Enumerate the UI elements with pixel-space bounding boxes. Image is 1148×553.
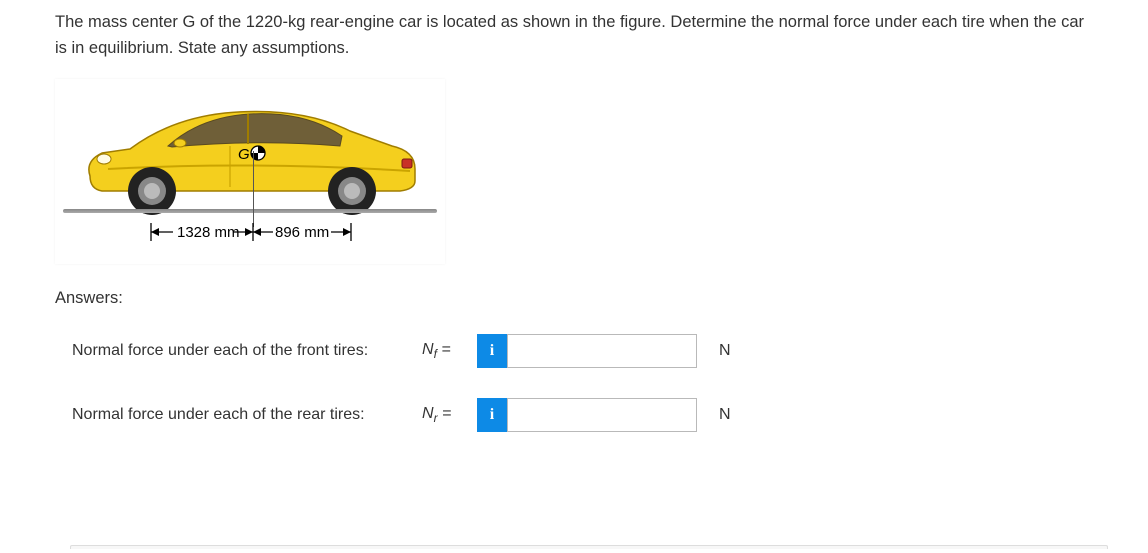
answer-label-rear: Normal force under each of the rear tire… [72,406,422,424]
answer-symbol-rear: Nr = [422,405,477,425]
bottom-divider [70,545,1108,549]
front-tire-input[interactable] [507,334,697,368]
question-text: The mass center G of the 1220-kg rear-en… [0,0,1148,79]
answer-row-front: Normal force under each of the front tir… [72,334,1148,368]
dim-rear-text: 896 mm [275,224,329,241]
dim-front-text: 1328 mm [177,224,240,241]
answers-block: Normal force under each of the front tir… [72,334,1148,432]
g-pointer-line [253,151,254,227]
problem-figure: G 1328 mm 896 mm [55,79,445,264]
ground-line [63,209,437,213]
info-icon[interactable]: i [477,398,507,432]
answers-heading: Answers: [55,289,1148,308]
answer-label-front: Normal force under each of the front tir… [72,342,422,360]
answer-symbol-front: Nf = [422,341,477,361]
car-image: G [80,91,420,221]
unit-rear: N [719,406,731,424]
dimension-arrows: 1328 mm 896 mm [145,219,395,247]
rear-tire-input[interactable] [507,398,697,432]
unit-front: N [719,342,731,360]
g-label: G [238,146,250,163]
answer-row-rear: Normal force under each of the rear tire… [72,398,1148,432]
info-icon[interactable]: i [477,334,507,368]
